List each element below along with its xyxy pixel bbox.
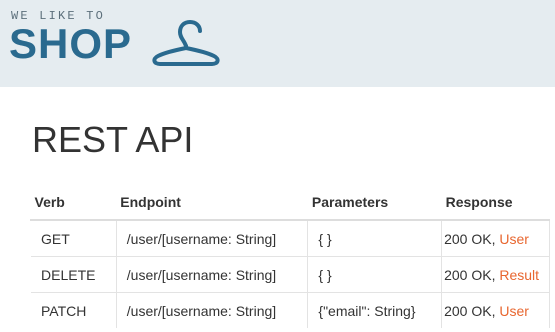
verb-cell: PATCH bbox=[30, 292, 117, 328]
parameters-cell: { } bbox=[307, 256, 443, 293]
table-row: DELETE /user/[username: String] { } 200 … bbox=[30, 256, 550, 293]
parameters-cell: {"email": String} bbox=[307, 292, 443, 328]
site-header: WE LIKE TO SHOP bbox=[0, 0, 555, 87]
logo-brand[interactable]: SHOP bbox=[9, 20, 132, 68]
table-row: GET /user/[username: String] { } 200 OK,… bbox=[30, 219, 550, 257]
response-cell: 200 OK, Result bbox=[441, 256, 550, 293]
column-header-parameters: Parameters bbox=[307, 184, 442, 221]
table-header-row: Verb Endpoint Parameters Response bbox=[30, 184, 550, 221]
response-type-link[interactable]: User bbox=[499, 303, 529, 319]
response-cell: 200 OK, User bbox=[441, 292, 550, 328]
api-table: Verb Endpoint Parameters Response GET /u… bbox=[30, 184, 550, 328]
endpoint-cell: /user/[username: String] bbox=[116, 256, 309, 293]
column-header-response: Response bbox=[441, 184, 550, 221]
response-status: 200 OK, bbox=[444, 302, 500, 319]
endpoint-cell: /user/[username: String] bbox=[116, 219, 309, 257]
page-title: REST API bbox=[32, 119, 194, 160]
response-status: 200 OK, bbox=[444, 230, 500, 247]
column-header-endpoint: Endpoint bbox=[116, 184, 308, 221]
column-header-verb: Verb bbox=[30, 184, 117, 221]
response-cell: 200 OK, User bbox=[441, 219, 550, 257]
response-status: 200 OK, bbox=[444, 266, 500, 283]
verb-cell: GET bbox=[30, 219, 117, 257]
response-type-link[interactable]: Result bbox=[499, 267, 539, 283]
table-row: PATCH /user/[username: String] {"email":… bbox=[30, 292, 550, 328]
endpoint-cell: /user/[username: String] bbox=[116, 292, 309, 328]
verb-cell: DELETE bbox=[30, 256, 117, 293]
response-type-link[interactable]: User bbox=[499, 231, 529, 247]
hanger-icon bbox=[152, 19, 220, 66]
parameters-cell: { } bbox=[307, 219, 443, 257]
